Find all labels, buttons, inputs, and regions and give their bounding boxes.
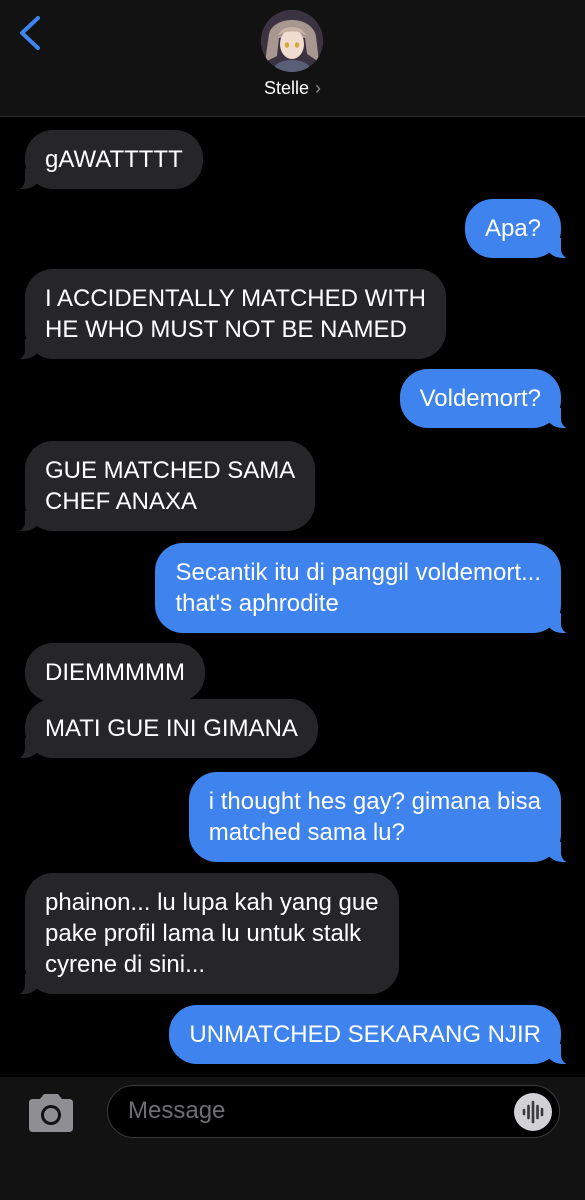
chevron-left-icon <box>20 16 40 50</box>
message-bubble-outgoing[interactable]: UNMATCHED SEKARANG NJIR <box>169 1005 577 1065</box>
message-field[interactable] <box>107 1085 560 1138</box>
message-bubble-outgoing[interactable]: i thought hes gay? gimana bisa matched s… <box>188 772 578 863</box>
message-bubble-incoming[interactable]: MATI GUE INI GIMANA <box>9 699 318 759</box>
message-bubble-outgoing[interactable]: Apa? <box>464 199 578 259</box>
message-bubble-incoming[interactable]: DIEMMMMM <box>25 643 205 702</box>
contact-info-button[interactable]: Stelle › <box>0 78 585 99</box>
avatar-image <box>261 10 323 72</box>
message-bubble-outgoing[interactable]: Voldemort? <box>399 369 578 429</box>
audio-waveform-icon <box>522 1100 544 1124</box>
conversation-header: Stelle › <box>0 0 585 117</box>
camera-icon <box>29 1094 73 1132</box>
message-bubble-outgoing[interactable]: Secantik itu di panggil voldemort... tha… <box>155 543 577 634</box>
audio-record-button[interactable] <box>514 1093 552 1131</box>
contact-name: Stelle <box>263 78 310 98</box>
chevron-right-icon: › <box>315 78 322 98</box>
message-bubble-incoming[interactable]: gAWATTTTT <box>9 130 203 190</box>
back-button[interactable] <box>14 14 50 54</box>
message-bubble-incoming[interactable]: phainon... lu lupa kah yang gue pake pro… <box>9 873 399 995</box>
contact-avatar[interactable] <box>261 10 323 72</box>
message-bubble-incoming[interactable]: GUE MATCHED SAMA CHEF ANAXA <box>8 441 316 532</box>
message-thread[interactable]: gAWATTTTT Apa? I ACCIDENTALLY MATCHED WI… <box>0 117 585 1077</box>
message-bubble-incoming[interactable]: I ACCIDENTALLY MATCHED WITH HE WHO MUST … <box>9 269 446 360</box>
camera-button[interactable] <box>25 1091 77 1135</box>
message-input[interactable] <box>128 1086 498 1136</box>
message-composer <box>0 1077 585 1200</box>
